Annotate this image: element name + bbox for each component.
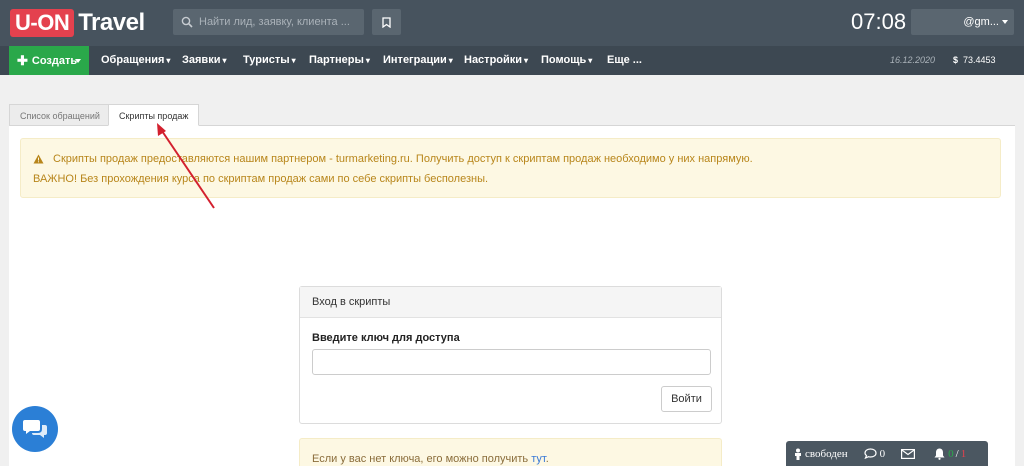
chevron-down-icon: ▾ xyxy=(524,56,529,65)
access-key-label: Введите ключ для доступа xyxy=(312,332,460,344)
notifications-red-count: 1 xyxy=(960,447,967,460)
notifications-green-count: 0 xyxy=(948,447,954,460)
top-bar: U-ON Travel 07:08 @gm... xyxy=(0,0,1024,46)
nav-item-settings[interactable]: Настройки ▾ xyxy=(464,46,528,75)
get-key-link[interactable]: тут xyxy=(531,453,545,465)
alert-text-1: Скрипты продаж предоставляются нашим пар… xyxy=(53,153,753,165)
chevron-down-icon: ▾ xyxy=(291,56,296,65)
dollar-icon: $ xyxy=(953,55,959,65)
nav-label: Заявки xyxy=(182,54,221,66)
nav-label: Еще ... xyxy=(607,54,642,66)
search-box[interactable] xyxy=(173,9,364,35)
search-input[interactable] xyxy=(199,16,359,28)
key-info-suffix: . xyxy=(545,453,549,465)
nav-item-tourists[interactable]: Туристы ▾ xyxy=(243,46,296,75)
login-card: Вход в скрипты Введите ключ для доступа … xyxy=(299,286,722,424)
chevron-down-icon: ▾ xyxy=(365,56,370,65)
plus-icon: ✚ xyxy=(17,52,28,68)
status-text: свободен xyxy=(805,447,848,460)
messages-count: 0 xyxy=(879,447,886,460)
nav-label: Интеграции xyxy=(383,54,447,66)
nav-item-integrations[interactable]: Интеграции ▾ xyxy=(383,46,453,75)
key-info-alert: Если у вас нет ключа, его можно получить… xyxy=(299,438,722,466)
bookmark-icon xyxy=(382,16,391,28)
alert-text-2: ВАЖНО! Без прохождения курса по скриптам… xyxy=(33,173,489,185)
nav-item-partners[interactable]: Партнеры ▾ xyxy=(309,46,370,75)
nav-label: Туристы xyxy=(243,54,290,66)
nav-item-more[interactable]: Еще ... xyxy=(607,46,642,75)
notifications-counter[interactable]: 0 / 1 xyxy=(934,448,966,460)
user-status[interactable]: свободен xyxy=(794,448,848,460)
chevron-down-icon: ▾ xyxy=(448,56,453,65)
rate-value: 73.4453 xyxy=(963,55,996,65)
key-info-text: Если у вас нет ключа, его можно получить xyxy=(312,453,529,465)
chevron-down-icon: ▾ xyxy=(222,56,227,65)
notifications-separator: / xyxy=(955,447,959,460)
mail-button[interactable] xyxy=(901,448,918,459)
status-bar: свободен 0 0 / 1 xyxy=(786,441,988,466)
bell-icon xyxy=(934,448,945,460)
nav-label: Помощь xyxy=(541,54,587,66)
chevron-down-icon: ▾ xyxy=(588,56,593,65)
messages-counter[interactable]: 0 xyxy=(864,447,886,460)
warning-alert: Скрипты продаж предоставляются нашим пар… xyxy=(20,138,1001,198)
tab-sales-scripts[interactable]: Скрипты продаж xyxy=(108,104,200,126)
app-logo[interactable]: U-ON Travel xyxy=(10,8,145,38)
nav-item-orders[interactable]: Заявки ▾ xyxy=(182,46,226,75)
current-date: 16.12.2020 xyxy=(890,55,936,65)
user-email: @gm... xyxy=(963,16,999,28)
logo-badge: U-ON xyxy=(10,9,75,37)
login-button[interactable]: Войти xyxy=(661,386,712,412)
chat-widget-button[interactable] xyxy=(12,406,58,452)
nav-label: Партнеры xyxy=(309,54,364,66)
chevron-down-icon xyxy=(75,59,81,63)
envelope-icon xyxy=(901,448,916,459)
nav-label: Обращения xyxy=(101,54,165,66)
chevron-down-icon: ▾ xyxy=(166,56,171,65)
create-label: Создать xyxy=(31,54,78,67)
chat-icon xyxy=(23,420,47,438)
person-icon xyxy=(795,448,801,460)
exchange-rate: $73.4453 xyxy=(953,46,996,75)
comment-icon xyxy=(864,448,877,459)
access-key-input[interactable] xyxy=(312,349,711,375)
bookmark-button[interactable] xyxy=(372,9,401,35)
user-menu[interactable]: @gm... xyxy=(911,9,1014,35)
tab-requests-list[interactable]: Список обращений xyxy=(9,104,111,126)
warning-icon xyxy=(33,154,44,164)
clock: 07:08 xyxy=(851,9,907,34)
main-nav: ✚ Создать Обращения ▾ Заявки ▾ Туристы ▾ Па… xyxy=(0,46,1024,75)
nav-label: Настройки xyxy=(464,54,523,66)
alert-line-1: Скрипты продаж предоставляются нашим пар… xyxy=(33,153,753,165)
create-button[interactable]: ✚ Создать xyxy=(9,46,89,75)
nav-item-requests[interactable]: Обращения ▾ xyxy=(101,46,170,75)
chevron-down-icon xyxy=(1002,20,1008,24)
search-icon xyxy=(181,16,193,28)
nav-item-help[interactable]: Помощь ▾ xyxy=(541,46,592,75)
card-title: Вход в скрипты xyxy=(300,287,721,318)
logo-text: Travel xyxy=(78,9,145,36)
